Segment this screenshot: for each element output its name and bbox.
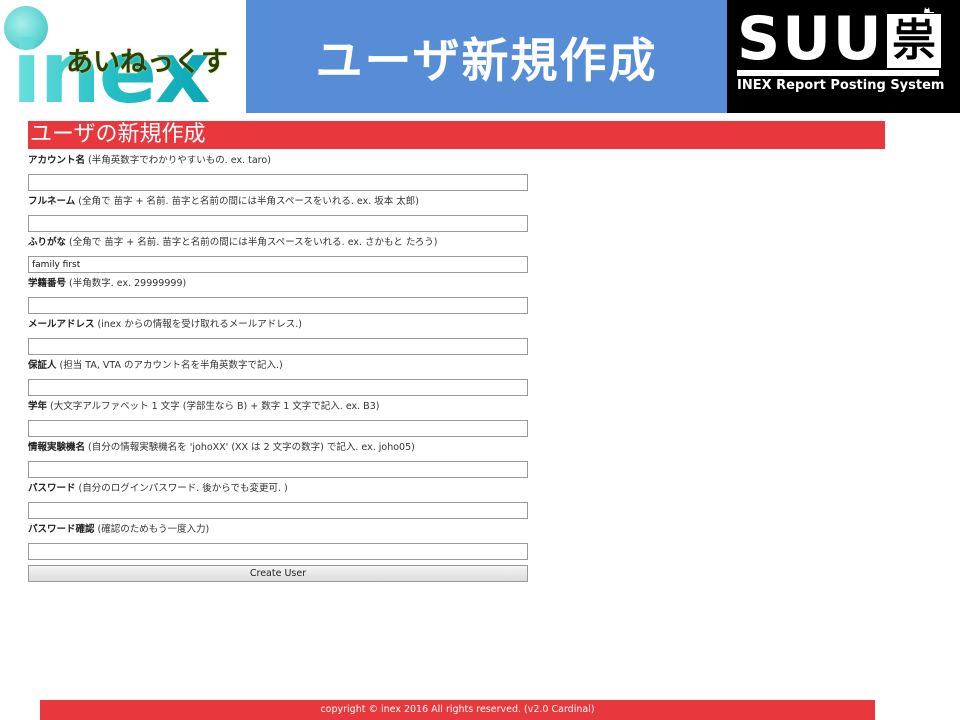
field-label-title: 情報実験機名: [28, 442, 86, 453]
field-label-hint: (半角数字. ex. 29999999): [69, 278, 187, 289]
field-fullname: フルネーム (全角で 苗字 + 名前. 苗字と名前の間には半角スペースをいれる.…: [28, 195, 548, 236]
field-label-hint: (確認のためもう一度入力): [97, 524, 210, 535]
create-user-button[interactable]: Create User: [28, 565, 528, 582]
suu-wordmark: SUU: [737, 4, 884, 74]
header-title: ユーザ新規作成: [315, 34, 658, 89]
machine-name-input[interactable]: [28, 461, 528, 478]
field-student-number: 学籍番号 (半角数字. ex. 29999999): [28, 277, 548, 318]
field-label-title: フルネーム: [28, 196, 76, 207]
field-label-hint: (自分のログインパスワード. 後からでも変更可. ): [78, 483, 288, 494]
field-label: パスワード確認 (確認のためもう一度入力): [28, 523, 548, 536]
suu-kanji: 祟: [887, 14, 941, 68]
field-label: 学籍番号 (半角数字. ex. 29999999): [28, 277, 548, 290]
suu-logo: SUU 祟 INEX Report Posting System: [727, 0, 960, 113]
inex-logo: inex あいねっくす: [0, 0, 246, 113]
guarantor-input[interactable]: [28, 379, 528, 396]
field-label: 情報実験機名 (自分の情報実験機名を 'johoXX' (XX は 2 文字の数…: [28, 441, 548, 454]
field-label-title: 学年: [28, 401, 48, 412]
email-input[interactable]: [28, 338, 528, 355]
student-number-input[interactable]: [28, 297, 528, 314]
suu-subtitle: INEX Report Posting System: [737, 78, 945, 93]
field-label: 保証人 (担当 TA, VTA のアカウント名を半角英数字で記入.): [28, 359, 548, 372]
furigana-input[interactable]: [28, 256, 528, 273]
field-label-hint: (担当 TA, VTA のアカウント名を半角英数字で記入.): [59, 360, 283, 371]
logo-kana: あいねっくす: [66, 47, 228, 78]
suu-underline: [737, 70, 939, 76]
field-label-hint: (大文字アルファベット 1 文字 (学部生なら B) + 数字 1 文字で記入.…: [50, 401, 380, 412]
field-label-hint: (inex からの情報を受け取れるメールアドレス.): [97, 319, 302, 330]
field-label: アカウント名 (半角英数字でわかりやすいもの. ex. taro): [28, 154, 548, 167]
field-label-title: 保証人: [28, 360, 57, 371]
field-password: パスワード (自分のログインパスワード. 後からでも変更可. ): [28, 482, 548, 523]
field-label-title: ふりがな: [28, 237, 67, 248]
footer-copyright: copyright © inex 2016 All rights reserve…: [40, 700, 875, 720]
account-name-input[interactable]: [28, 174, 528, 191]
field-furigana: ふりがな (全角で 苗字 + 名前. 苗字と名前の間には半角スペースをいれる. …: [28, 236, 548, 277]
field-label-title: 学籍番号: [28, 278, 67, 289]
field-label-title: パスワード確認: [28, 524, 95, 535]
field-account-name: アカウント名 (半角英数字でわかりやすいもの. ex. taro): [28, 154, 548, 195]
field-password-confirm: パスワード確認 (確認のためもう一度入力): [28, 523, 548, 564]
password-input[interactable]: [28, 502, 528, 519]
password-confirm-input[interactable]: [28, 543, 528, 560]
field-label: ふりがな (全角で 苗字 + 名前. 苗字と名前の間には半角スペースをいれる. …: [28, 236, 548, 249]
field-guarantor: 保証人 (担当 TA, VTA のアカウント名を半角英数字で記入.): [28, 359, 548, 400]
field-label-title: アカウント名: [28, 155, 86, 166]
fullname-input[interactable]: [28, 215, 528, 232]
field-label: メールアドレス (inex からの情報を受け取れるメールアドレス.): [28, 318, 548, 331]
field-label-hint: (自分の情報実験機名を 'johoXX' (XX は 2 文字の数字) で記入.…: [88, 442, 415, 453]
page-heading: ユーザの新規作成: [28, 121, 885, 149]
field-grade: 学年 (大文字アルファベット 1 文字 (学部生なら B) + 数字 1 文字で…: [28, 400, 548, 441]
field-label-title: パスワード: [28, 483, 76, 494]
field-label-hint: (全角で 苗字 + 名前. 苗字と名前の間には半角スペースをいれる. ex. 坂…: [78, 196, 419, 207]
field-label-hint: (半角英数字でわかりやすいもの. ex. taro): [88, 155, 271, 166]
field-label: 学年 (大文字アルファベット 1 文字 (学部生なら B) + 数字 1 文字で…: [28, 400, 548, 413]
grade-input[interactable]: [28, 420, 528, 437]
field-label-hint: (全角で 苗字 + 名前. 苗字と名前の間には半角スペースをいれる. ex. さ…: [69, 237, 438, 248]
field-label: フルネーム (全角で 苗字 + 名前. 苗字と名前の間には半角スペースをいれる.…: [28, 195, 548, 208]
field-label: パスワード (自分のログインパスワード. 後からでも変更可. ): [28, 482, 548, 495]
header-title-band: ユーザ新規作成: [246, 0, 727, 113]
field-label-title: メールアドレス: [28, 319, 95, 330]
field-email: メールアドレス (inex からの情報を受け取れるメールアドレス.): [28, 318, 548, 359]
create-user-form: アカウント名 (半角英数字でわかりやすいもの. ex. taro) フルネーム …: [28, 154, 548, 564]
field-machine-name: 情報実験機名 (自分の情報実験機名を 'johoXX' (XX は 2 文字の数…: [28, 441, 548, 482]
cat-icon: [924, 7, 934, 13]
